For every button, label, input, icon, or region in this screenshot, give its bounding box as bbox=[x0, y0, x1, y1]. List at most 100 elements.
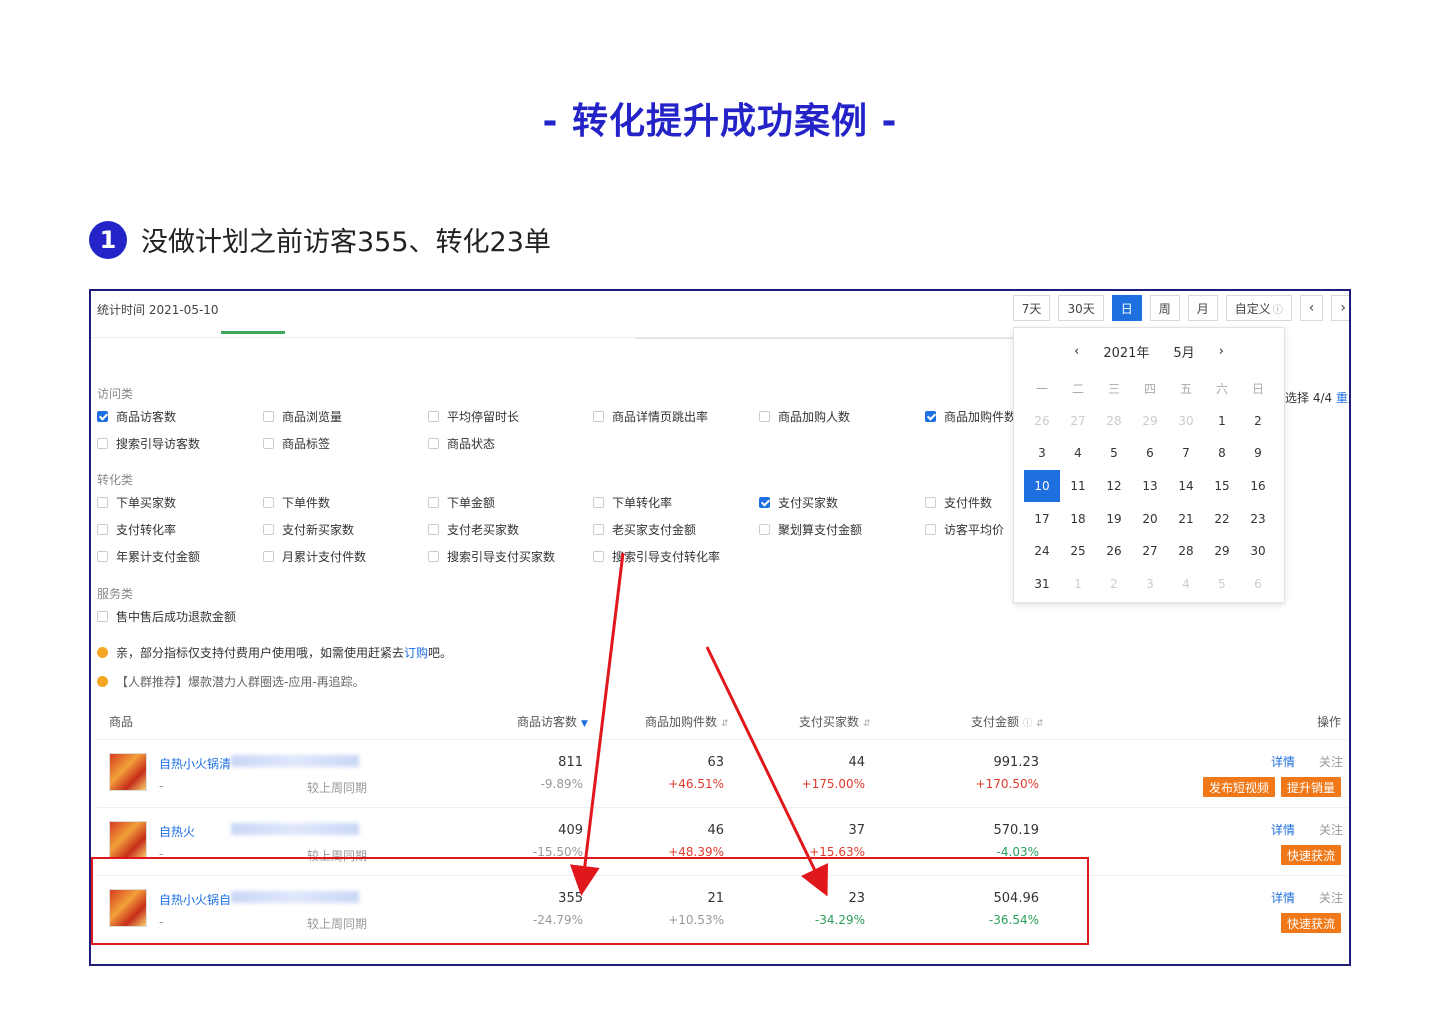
calendar-day[interactable]: 30 bbox=[1168, 405, 1204, 438]
checkbox-icon[interactable] bbox=[593, 411, 604, 422]
calendar-year[interactable]: 2021年 bbox=[1103, 342, 1149, 361]
tab-7-days[interactable]: 7天 bbox=[1012, 295, 1051, 321]
calendar-day[interactable]: 30 bbox=[1240, 535, 1276, 568]
col-header-amount[interactable]: 支付金额 ⓘ ⇵ bbox=[971, 713, 1044, 730]
metric-checkbox-convert-6[interactable]: 支付转化率 bbox=[97, 521, 176, 538]
checkbox-icon[interactable] bbox=[759, 524, 770, 535]
action-button-0[interactable]: 快速获流 bbox=[1281, 845, 1342, 865]
checkbox-icon[interactable] bbox=[593, 497, 604, 508]
calendar-day[interactable]: 17 bbox=[1024, 502, 1060, 535]
detail-link[interactable]: 详情 bbox=[1271, 821, 1295, 838]
calendar-day[interactable]: 14 bbox=[1168, 470, 1204, 503]
checkbox-icon[interactable] bbox=[97, 438, 108, 449]
col-header-cart[interactable]: 商品加购件数 ⇵ bbox=[645, 713, 729, 730]
metric-checkbox-convert-5[interactable]: 支付件数 bbox=[925, 494, 992, 511]
calendar-day[interactable]: 4 bbox=[1060, 437, 1096, 470]
checked-checkbox-icon[interactable] bbox=[925, 411, 936, 422]
checkbox-icon[interactable] bbox=[97, 524, 108, 535]
metric-checkbox-convert-10[interactable]: 聚划算支付金额 bbox=[759, 521, 862, 538]
tab-week[interactable]: 周 bbox=[1149, 295, 1180, 321]
calendar-day[interactable]: 28 bbox=[1096, 405, 1132, 438]
calendar-day[interactable]: 29 bbox=[1132, 405, 1168, 438]
metric-checkbox-visit-6[interactable]: 搜索引导访客数 bbox=[97, 435, 200, 452]
calendar-day[interactable]: 1 bbox=[1060, 568, 1096, 601]
prev-date-button[interactable]: ‹ bbox=[1299, 295, 1324, 321]
tab-day[interactable]: 日 bbox=[1111, 295, 1142, 321]
calendar-day[interactable]: 12 bbox=[1096, 470, 1132, 503]
metric-checkbox-visit-8[interactable]: 商品状态 bbox=[428, 435, 495, 452]
checkbox-icon[interactable] bbox=[925, 524, 936, 535]
checked-checkbox-icon[interactable] bbox=[97, 411, 108, 422]
calendar-day[interactable]: 2 bbox=[1096, 568, 1132, 601]
follow-link[interactable]: 关注 bbox=[1319, 889, 1343, 906]
follow-link[interactable]: 关注 bbox=[1319, 821, 1343, 838]
calendar-day[interactable]: 5 bbox=[1096, 437, 1132, 470]
calendar-day[interactable]: 4 bbox=[1168, 568, 1204, 601]
product-thumbnail[interactable] bbox=[109, 753, 147, 791]
metric-checkbox-visit-1[interactable]: 商品浏览量 bbox=[263, 408, 342, 425]
metric-checkbox-visit-7[interactable]: 商品标签 bbox=[263, 435, 330, 452]
checkbox-icon[interactable] bbox=[263, 551, 274, 562]
detail-link[interactable]: 详情 bbox=[1271, 753, 1295, 770]
calendar-day[interactable]: 6 bbox=[1132, 437, 1168, 470]
metric-checkbox-convert-12[interactable]: 年累计支付金额 bbox=[97, 548, 200, 565]
checkbox-icon[interactable] bbox=[593, 524, 604, 535]
calendar-day[interactable]: 24 bbox=[1024, 535, 1060, 568]
metric-checkbox-convert-13[interactable]: 月累计支付件数 bbox=[263, 548, 366, 565]
metric-checkbox-convert-1[interactable]: 下单件数 bbox=[263, 494, 330, 511]
calendar-day[interactable]: 10 bbox=[1024, 469, 1060, 503]
metric-checkbox-convert-7[interactable]: 支付新买家数 bbox=[263, 521, 354, 538]
action-button-1[interactable]: 提升销量 bbox=[1281, 777, 1342, 797]
calendar-day[interactable]: 23 bbox=[1240, 502, 1276, 535]
calendar-month[interactable]: 5月 bbox=[1173, 342, 1194, 361]
checkbox-icon[interactable] bbox=[263, 524, 274, 535]
calendar-day[interactable]: 22 bbox=[1204, 502, 1240, 535]
tab-custom[interactable]: 自定义 ⓘ bbox=[1225, 295, 1292, 321]
checkbox-icon[interactable] bbox=[759, 411, 770, 422]
metric-checkbox-convert-4[interactable]: 支付买家数 bbox=[759, 494, 838, 511]
tab-month[interactable]: 月 bbox=[1187, 295, 1218, 321]
metric-checkbox-convert-14[interactable]: 搜索引导支付买家数 bbox=[428, 548, 555, 565]
calendar-day[interactable]: 26 bbox=[1024, 405, 1060, 438]
calendar-day[interactable]: 25 bbox=[1060, 535, 1096, 568]
checked-checkbox-icon[interactable] bbox=[759, 497, 770, 508]
calendar-next-icon[interactable]: › bbox=[1219, 344, 1224, 359]
calendar-day[interactable]: 13 bbox=[1132, 470, 1168, 503]
metric-checkbox-convert-15[interactable]: 搜索引导支付转化率 bbox=[593, 548, 720, 565]
product-thumbnail[interactable] bbox=[109, 821, 147, 859]
calendar-day[interactable]: 3 bbox=[1024, 437, 1060, 470]
calendar-day[interactable]: 21 bbox=[1168, 502, 1204, 535]
calendar-day[interactable]: 2 bbox=[1240, 405, 1276, 438]
calendar-prev-icon[interactable]: ‹ bbox=[1074, 344, 1079, 359]
metric-checkbox-visit-0[interactable]: 商品访客数 bbox=[97, 408, 176, 425]
next-date-button[interactable]: › bbox=[1331, 295, 1349, 321]
calendar-day[interactable]: 7 bbox=[1168, 437, 1204, 470]
follow-link[interactable]: 关注 bbox=[1319, 753, 1343, 770]
detail-link[interactable]: 详情 bbox=[1271, 889, 1295, 906]
calendar-day[interactable]: 3 bbox=[1132, 568, 1168, 601]
metric-checkbox-convert-8[interactable]: 支付老买家数 bbox=[428, 521, 519, 538]
product-name-link[interactable]: 自热火 bbox=[159, 823, 195, 840]
calendar-day[interactable]: 5 bbox=[1204, 568, 1240, 601]
col-header-buyers[interactable]: 支付买家数 ⇵ bbox=[799, 713, 871, 730]
checkbox-icon[interactable] bbox=[263, 438, 274, 449]
checkbox-icon[interactable] bbox=[428, 524, 439, 535]
product-name-link[interactable]: 自热小火锅清 bbox=[159, 755, 231, 772]
metric-checkbox-service-0[interactable]: 售中售后成功退款金额 bbox=[97, 608, 236, 625]
action-button-0[interactable]: 快速获流 bbox=[1281, 913, 1342, 933]
reset-link[interactable]: 重置 bbox=[1336, 391, 1349, 405]
checkbox-icon[interactable] bbox=[428, 438, 439, 449]
checkbox-icon[interactable] bbox=[593, 551, 604, 562]
metric-checkbox-convert-0[interactable]: 下单买家数 bbox=[97, 494, 176, 511]
calendar-day[interactable]: 16 bbox=[1240, 470, 1276, 503]
calendar-day[interactable]: 27 bbox=[1060, 405, 1096, 438]
checkbox-icon[interactable] bbox=[97, 611, 108, 622]
checkbox-icon[interactable] bbox=[263, 497, 274, 508]
calendar-day[interactable]: 20 bbox=[1132, 502, 1168, 535]
calendar-day[interactable]: 15 bbox=[1204, 470, 1240, 503]
metric-checkbox-convert-11[interactable]: 访客平均价 bbox=[925, 521, 1004, 538]
calendar-day[interactable]: 29 bbox=[1204, 535, 1240, 568]
metric-checkbox-visit-3[interactable]: 商品详情页跳出率 bbox=[593, 408, 708, 425]
calendar-day[interactable]: 8 bbox=[1204, 437, 1240, 470]
calendar-day[interactable]: 27 bbox=[1132, 535, 1168, 568]
